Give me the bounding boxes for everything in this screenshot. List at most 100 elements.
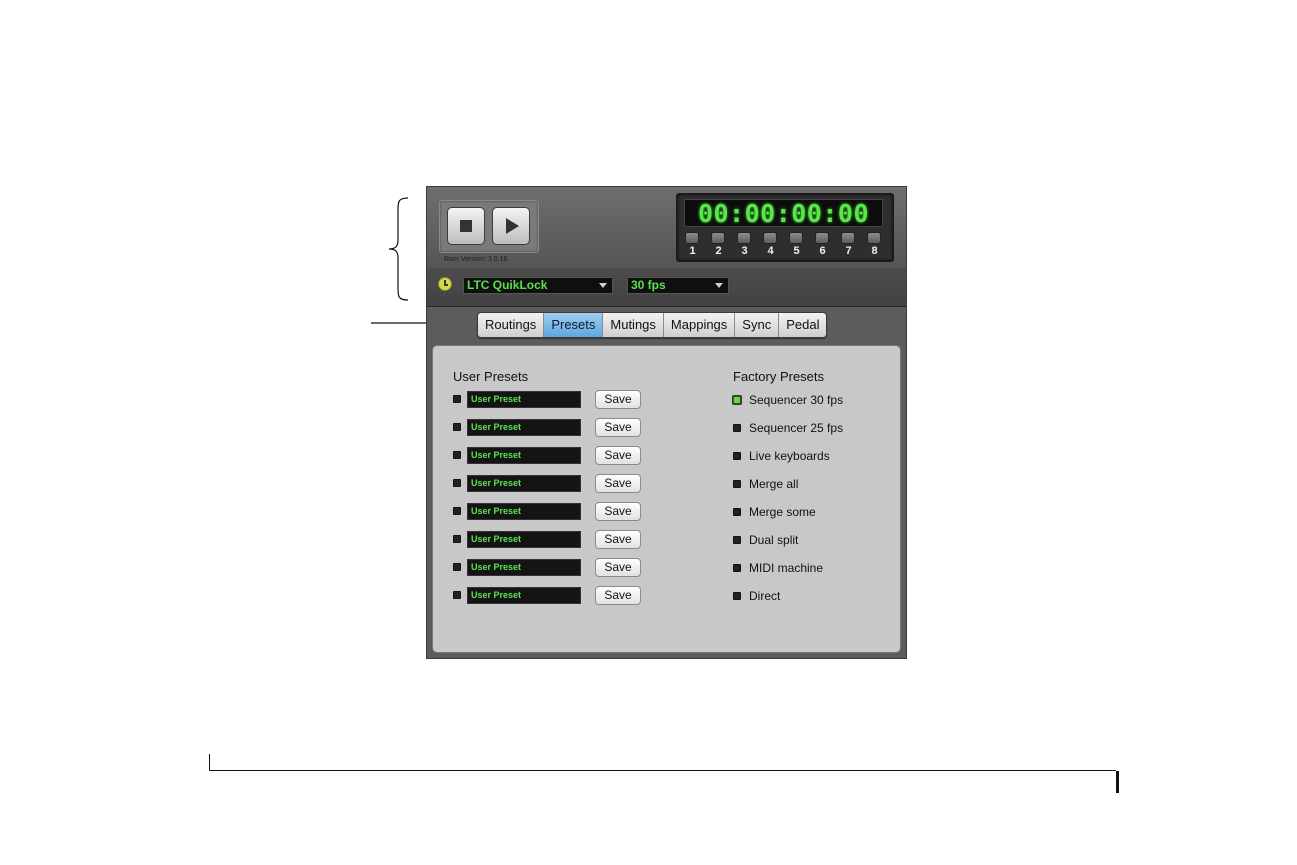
tab-mappings[interactable]: Mappings <box>663 313 736 337</box>
user-preset-name-field[interactable]: User Preset <box>467 559 581 576</box>
user-preset-row: User Preset Save <box>453 418 653 438</box>
user-preset-name-field[interactable]: User Preset <box>467 447 581 464</box>
preset-indicator[interactable] <box>733 452 741 460</box>
port-5: 5 <box>789 232 804 260</box>
tab-sync[interactable]: Sync <box>735 313 780 337</box>
port-1: 1 <box>685 232 700 260</box>
sync-source-value: LTC QuikLock <box>467 278 548 292</box>
factory-preset-label: Direct <box>749 589 781 603</box>
preset-indicator[interactable] <box>453 451 461 459</box>
port-number: 2 <box>715 245 722 257</box>
port-led <box>867 232 881 244</box>
page-footer-rule <box>209 770 1116 771</box>
user-preset-name-field[interactable]: User Preset <box>467 531 581 548</box>
presets-panel: User Presets User Preset Save User Preset S… <box>432 345 901 653</box>
play-icon <box>506 218 519 234</box>
user-preset-row: User Preset Save <box>453 586 653 606</box>
user-preset-row: User Preset Save <box>453 474 653 494</box>
preset-indicator[interactable] <box>733 508 741 516</box>
port-2: 2 <box>711 232 726 260</box>
factory-preset-item[interactable]: Merge all <box>733 476 893 494</box>
save-button[interactable]: Save <box>595 558 641 577</box>
preset-indicator[interactable] <box>453 395 461 403</box>
port-number: 8 <box>871 245 878 257</box>
user-preset-row: User Preset Save <box>453 502 653 522</box>
user-preset-name-field[interactable]: User Preset <box>467 391 581 408</box>
port-led <box>685 232 699 244</box>
factory-preset-item[interactable]: Dual split <box>733 532 893 550</box>
user-preset-name-field[interactable]: User Preset <box>467 587 581 604</box>
preset-indicator[interactable] <box>733 480 741 488</box>
user-preset-name-field[interactable]: User Preset <box>467 475 581 492</box>
preset-indicator[interactable] <box>453 563 461 571</box>
port-number: 3 <box>741 245 748 257</box>
user-presets-title: User Presets <box>453 369 529 384</box>
save-button[interactable]: Save <box>595 530 641 549</box>
stop-icon <box>460 220 472 232</box>
frame-rate-value: 30 fps <box>631 278 666 292</box>
save-button[interactable]: Save <box>595 474 641 493</box>
port-number: 7 <box>845 245 852 257</box>
preset-indicator[interactable] <box>453 423 461 431</box>
preset-indicator[interactable] <box>733 592 741 600</box>
rom-version: Rom Version: 3.0.16 <box>444 256 508 263</box>
user-preset-name-field[interactable]: User Preset <box>467 419 581 436</box>
port-number: 1 <box>689 245 696 257</box>
port-led <box>737 232 751 244</box>
page-footer-marker <box>1116 771 1119 793</box>
save-button[interactable]: Save <box>595 446 641 465</box>
factory-preset-item[interactable]: Merge some <box>733 504 893 522</box>
transport-bar: Rom Version: 3.0.16 00:00:00:00 1 2 3 4 5 6 7 8 <box>427 187 906 269</box>
play-button[interactable] <box>492 207 530 245</box>
port-led <box>763 232 777 244</box>
tab-routings[interactable]: Routings <box>478 313 545 337</box>
port-number: 5 <box>793 245 800 257</box>
tab-bar: Routings Presets Mutings Mappings Sync Pedal <box>477 312 828 338</box>
save-button[interactable]: Save <box>595 586 641 605</box>
port-7: 7 <box>841 232 856 260</box>
tab-presets[interactable]: Presets <box>544 313 604 337</box>
frame-rate-select[interactable]: 30 fps <box>627 277 729 294</box>
factory-preset-label: Merge all <box>749 477 799 491</box>
port-number: 6 <box>819 245 826 257</box>
preset-indicator[interactable] <box>453 535 461 543</box>
port-led <box>789 232 803 244</box>
timecode-display: 00:00:00:00 <box>684 199 883 228</box>
factory-preset-item[interactable]: Sequencer 30 fps <box>733 392 893 410</box>
factory-preset-item[interactable]: MIDI machine <box>733 560 893 578</box>
factory-preset-label: Dual split <box>749 533 799 547</box>
port-3: 3 <box>737 232 752 260</box>
save-button[interactable]: Save <box>595 390 641 409</box>
factory-preset-item[interactable]: Sequencer 25 fps <box>733 420 893 438</box>
port-indicators: 1 2 3 4 5 6 7 8 <box>685 232 885 260</box>
user-preset-name-field[interactable]: User Preset <box>467 503 581 520</box>
preset-indicator[interactable] <box>453 479 461 487</box>
factory-preset-item[interactable]: Direct <box>733 588 893 606</box>
stop-button[interactable] <box>447 207 485 245</box>
preset-indicator[interactable] <box>733 536 741 544</box>
factory-preset-label: MIDI machine <box>749 561 824 575</box>
app-window: Rom Version: 3.0.16 00:00:00:00 1 2 3 4 5 6 7 8… <box>426 186 907 659</box>
clock-icon <box>438 277 452 291</box>
factory-preset-label: Sequencer 30 fps <box>749 393 844 407</box>
preset-indicator[interactable] <box>453 507 461 515</box>
bracket-annotation <box>388 197 409 301</box>
tab-pedal[interactable]: Pedal <box>779 313 827 337</box>
preset-indicator[interactable] <box>453 591 461 599</box>
preset-indicator[interactable] <box>733 396 741 404</box>
port-6: 6 <box>815 232 830 260</box>
sync-source-select[interactable]: LTC QuikLock <box>463 277 613 294</box>
port-led <box>815 232 829 244</box>
user-preset-row: User Preset Save <box>453 530 653 550</box>
save-button[interactable]: Save <box>595 502 641 521</box>
port-led <box>711 232 725 244</box>
save-button[interactable]: Save <box>595 418 641 437</box>
port-4: 4 <box>763 232 778 260</box>
factory-preset-label: Sequencer 25 fps <box>749 421 844 435</box>
port-8: 8 <box>867 232 882 260</box>
chevron-down-icon <box>599 283 607 288</box>
factory-preset-item[interactable]: Live keyboards <box>733 448 893 466</box>
preset-indicator[interactable] <box>733 564 741 572</box>
tab-mutings[interactable]: Mutings <box>603 313 664 337</box>
preset-indicator[interactable] <box>733 424 741 432</box>
